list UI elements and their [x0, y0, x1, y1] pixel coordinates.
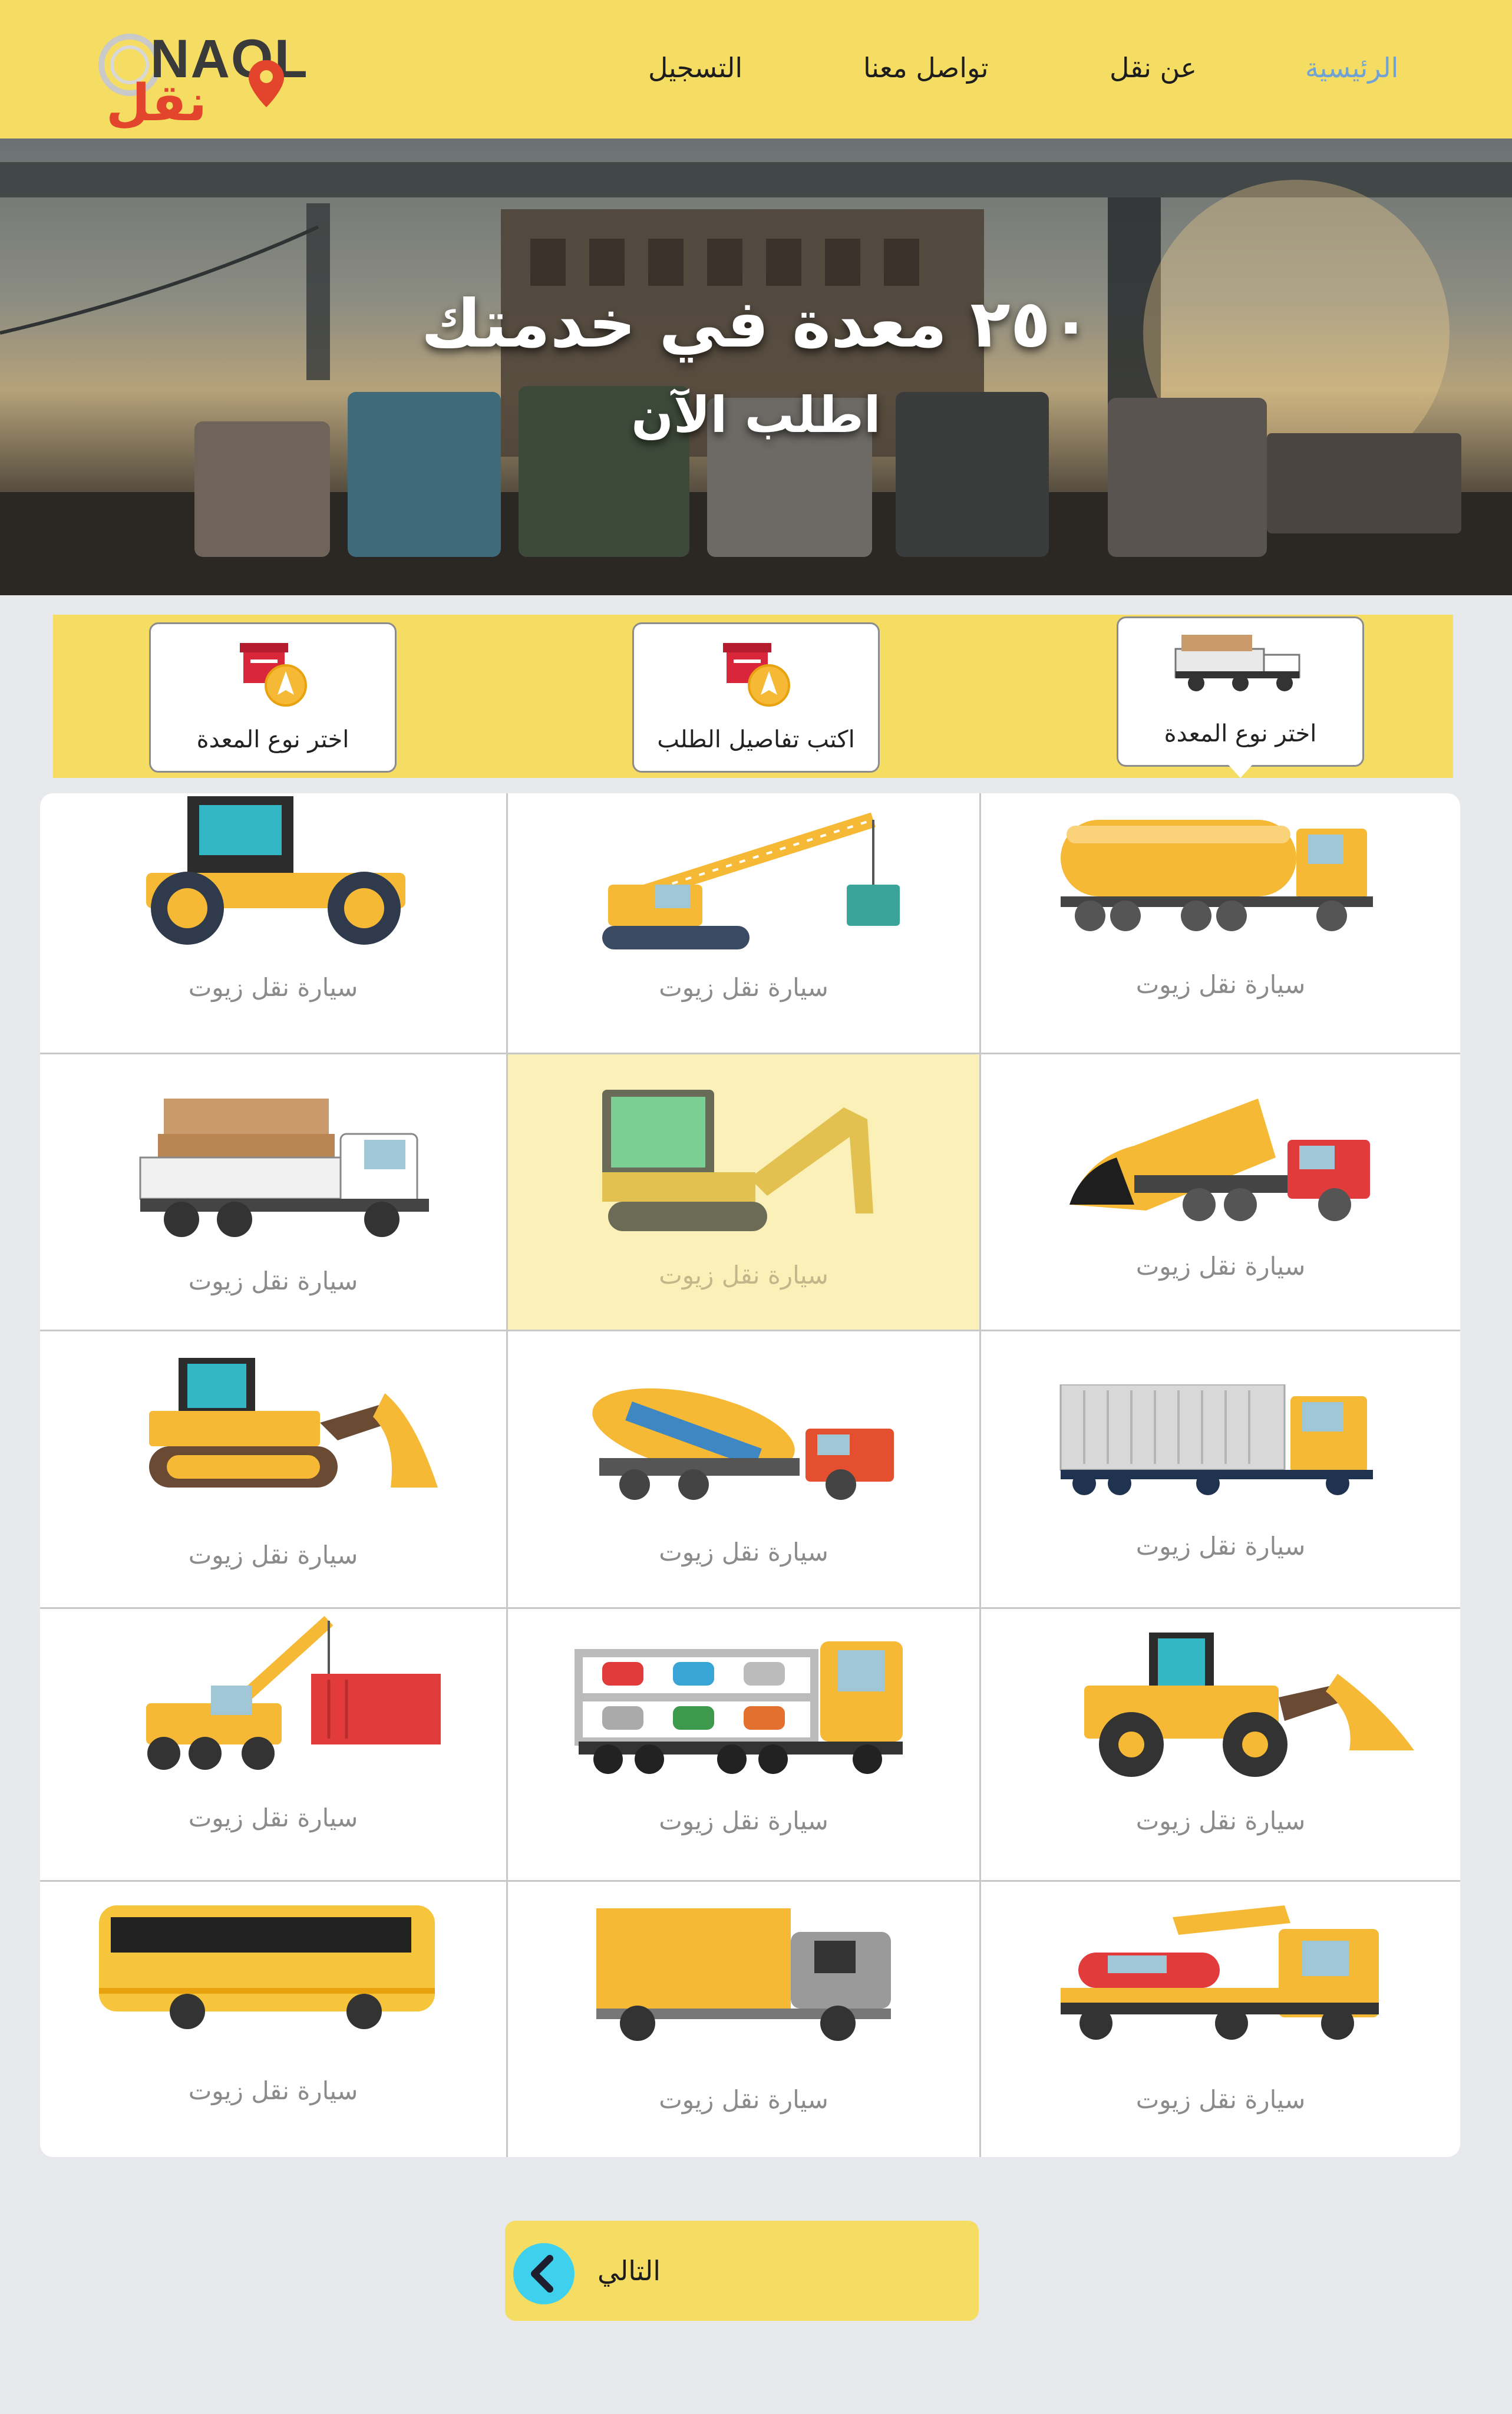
vehicle-label: سيارة نقل زيوت — [188, 1803, 358, 1832]
vehicle-card-car-carrier[interactable]: سيارة نقل زيوت — [508, 1609, 979, 1880]
vehicle-card-dump-truck[interactable]: سيارة نقل زيوت — [981, 1054, 1460, 1330]
next-button[interactable]: التالي — [505, 2221, 979, 2321]
vehicle-card-box-van[interactable]: سيارة نقل زيوت — [508, 1882, 979, 2157]
location-pin-icon — [249, 60, 284, 107]
nav-about[interactable]: عن نقل — [1110, 52, 1197, 84]
tanker-truck-icon — [1061, 820, 1373, 931]
vehicle-label: سيارة نقل زيوت — [659, 973, 828, 1002]
bulldozer-icon — [149, 1358, 438, 1488]
logo-arabic-text: نقل — [106, 74, 207, 133]
vehicle-label: سيارة نقل زيوت — [1135, 970, 1306, 999]
step-choose-equipment[interactable]: اختر نوع المعدة — [1117, 616, 1364, 778]
vehicle-card-mobile-crane[interactable]: سيارة نقل زيوت — [40, 1609, 506, 1880]
vehicle-card-cement-mixer[interactable]: سيارة نقل زيوت — [508, 1331, 979, 1607]
cement-mixer-icon — [592, 1388, 894, 1500]
vehicle-card-crawler-crane[interactable]: سيارة نقل زيوت — [508, 793, 979, 1053]
box-van-icon — [596, 1908, 891, 2041]
vehicle-card-tanker[interactable]: سيارة نقل زيوت — [981, 793, 1460, 1053]
excavator-icon — [602, 1090, 873, 1231]
step-label: اختر نوع المعدة — [196, 726, 349, 753]
vehicle-card-excavator[interactable]: سيارة نقل زيوت — [508, 1054, 979, 1330]
vehicle-card-wheel-loader[interactable]: سيارة نقل زيوت — [981, 1609, 1460, 1880]
step-label: اختر نوع المعدة — [1164, 720, 1317, 747]
vehicle-label: سيارة نقل زيوت — [1135, 1252, 1306, 1281]
equipment-grid: سيارة نقل زيوت سيارة نقل زيوت سيارة نقل … — [40, 793, 1460, 2157]
step-label: اكتب تفاصيل الطلب — [657, 726, 855, 753]
nav-register[interactable]: التسجيل — [648, 52, 742, 84]
road-roller-icon — [146, 796, 405, 945]
hero-banner: ٢٥٠ معدة في خدمتك اطلب الآن — [0, 138, 1512, 595]
vehicle-label: سيارة نقل زيوت — [659, 1261, 828, 1290]
car-carrier-icon — [575, 1641, 903, 1774]
cargo-truck-icon — [139, 1099, 429, 1237]
next-button-label: التالي — [597, 2255, 661, 2286]
vehicle-card-bus[interactable]: سيارة نقل زيوت — [40, 1882, 506, 2157]
vehicle-label: سيارة نقل زيوت — [188, 973, 358, 1002]
truck-icon — [1174, 635, 1300, 691]
crawler-crane-icon — [602, 812, 900, 949]
wheel-loader-icon — [1084, 1633, 1414, 1777]
container-truck-icon — [1059, 1384, 1373, 1495]
vehicle-label: سيارة نقل زيوت — [188, 1267, 358, 1295]
vehicle-label: سيارة نقل زيوت — [659, 2085, 828, 2114]
mobile-crane-icon — [146, 1615, 441, 1770]
vehicle-card-container-truck[interactable]: سيارة نقل زيوت — [981, 1331, 1460, 1607]
vehicle-label: سيارة نقل زيوت — [1135, 1806, 1306, 1835]
hero-trucks-image — [0, 162, 1512, 595]
hero-subtitle: اطلب الآن — [631, 386, 881, 444]
navbar: الرئيسية عن نقل تواصل معنا التسجيل NAQL … — [0, 0, 1512, 138]
vehicle-card-road-roller[interactable]: سيارة نقل زيوت — [40, 793, 506, 1053]
nav-contact[interactable]: تواصل معنا — [863, 52, 989, 84]
vehicle-label: سيارة نقل زيوت — [188, 2076, 358, 2105]
hero-title: ٢٥٠ معدة في خدمتك — [421, 286, 1091, 362]
logo[interactable]: NAQL نقل — [94, 24, 318, 128]
vehicle-label: سيارة نقل زيوت — [659, 1538, 828, 1567]
dump-truck-icon — [1069, 1099, 1370, 1221]
vehicle-label: سيارة نقل زيوت — [1135, 2085, 1306, 2114]
next-arrow-circle — [513, 2243, 575, 2304]
bus-icon — [99, 1905, 435, 2029]
vehicle-label: سيارة نقل زيوت — [1135, 1532, 1306, 1561]
box-rocket-icon — [240, 643, 307, 707]
step-write-details[interactable]: اكتب تفاصيل الطلب — [632, 622, 880, 773]
vehicle-label: سيارة نقل زيوت — [659, 1806, 828, 1835]
vehicle-card-bulldozer[interactable]: سيارة نقل زيوت — [40, 1331, 506, 1607]
nav-home[interactable]: الرئيسية — [1305, 52, 1398, 84]
vehicle-card-tow-truck[interactable]: سيارة نقل زيوت — [981, 1882, 1460, 2157]
vehicle-card-cargo-truck[interactable]: سيارة نقل زيوت — [40, 1054, 506, 1330]
tow-truck-icon — [1061, 1905, 1379, 2040]
chevron-left-icon — [531, 2255, 553, 2293]
step-choose-equipment-2[interactable]: اختر نوع المعدة — [149, 622, 397, 773]
box-rocket-icon — [723, 643, 790, 707]
vehicle-label: سيارة نقل زيوت — [188, 1541, 358, 1569]
order-steps: اختر نوع المعدة اكتب تفاصيل الطلب اختر ن… — [53, 615, 1453, 778]
